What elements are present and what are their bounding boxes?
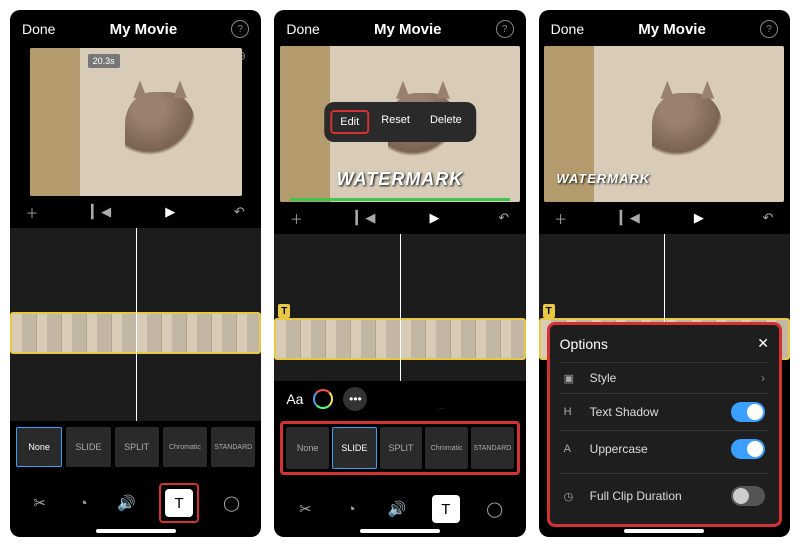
- title: My Movie: [110, 21, 178, 38]
- done-button[interactable]: Done: [551, 21, 584, 37]
- style-standard[interactable]: STANDARD: [211, 427, 255, 467]
- option-label: Full Clip Duration: [590, 489, 721, 503]
- prev-icon[interactable]: ▎◀: [622, 210, 638, 226]
- watermark-text[interactable]: WATERMARK: [556, 171, 650, 186]
- play-icon[interactable]: ▶: [427, 210, 443, 226]
- option-uppercase: A Uppercase: [560, 430, 769, 467]
- style-slide[interactable]: SLIDE: [66, 427, 110, 467]
- text-box-indicator[interactable]: [290, 198, 510, 201]
- style-icon: ▣: [564, 372, 580, 385]
- more-options-icon[interactable]: •••: [343, 387, 367, 411]
- play-icon[interactable]: ▶: [162, 204, 178, 220]
- home-indicator[interactable]: [624, 529, 704, 533]
- edit-button[interactable]: Edit: [330, 110, 369, 134]
- preview-content: [652, 93, 722, 173]
- phone-screen-2: Done My Movie ? WATERMARK Edit Reset Del…: [274, 10, 525, 537]
- duration-icon: ◷: [564, 490, 580, 503]
- toolbar: ✂ ◔ 🔊 T ◯: [10, 473, 261, 537]
- header: Done My Movie ?: [274, 10, 525, 44]
- timeline[interactable]: T: [274, 234, 525, 381]
- video-preview[interactable]: WATERMARK: [544, 46, 784, 202]
- watermark-text[interactable]: WATERMARK: [337, 169, 464, 190]
- text-layer-marker[interactable]: T: [543, 304, 555, 318]
- clip[interactable]: [10, 312, 261, 354]
- style-split[interactable]: SPLIT: [380, 427, 423, 469]
- timeline[interactable]: [10, 228, 261, 421]
- undo-icon[interactable]: ↶: [760, 210, 776, 226]
- video-preview[interactable]: 20.3s: [30, 48, 242, 196]
- style-standard[interactable]: STANDARD: [471, 427, 514, 469]
- delete-button[interactable]: Delete: [422, 110, 470, 134]
- filters-icon[interactable]: ◯: [221, 492, 243, 514]
- text-tool-button[interactable]: T: [432, 495, 460, 523]
- style-slide[interactable]: SLIDE: [332, 427, 377, 469]
- prev-icon[interactable]: ▎◀: [93, 204, 109, 220]
- add-icon[interactable]: ＋: [553, 210, 569, 226]
- speed-icon[interactable]: ◔: [340, 498, 362, 520]
- prev-icon[interactable]: ▎◀: [357, 210, 373, 226]
- text-styles-row: None SLIDE SPLIT Chromatic STANDARD: [280, 421, 519, 475]
- style-none[interactable]: None: [16, 427, 62, 467]
- option-label: Style: [590, 371, 751, 385]
- color-picker-icon[interactable]: [313, 389, 333, 409]
- option-full-clip: ◷ Full Clip Duration: [560, 473, 769, 514]
- text-styles-row: None SLIDE SPLIT Chromatic STANDARD: [10, 421, 261, 473]
- option-style[interactable]: ▣ Style ›: [560, 362, 769, 393]
- play-icon[interactable]: ▶: [691, 210, 707, 226]
- done-button[interactable]: Done: [22, 21, 55, 37]
- options-panel: Options ✕ ▣ Style › H Text Shadow A Uppe…: [547, 322, 782, 527]
- home-indicator[interactable]: [360, 529, 440, 533]
- options-title: Options: [560, 336, 608, 352]
- undo-icon[interactable]: ↶: [496, 210, 512, 226]
- help-icon[interactable]: ?: [760, 20, 778, 38]
- video-preview[interactable]: WATERMARK Edit Reset Delete: [280, 46, 520, 202]
- option-text-shadow: H Text Shadow: [560, 393, 769, 430]
- style-chromatic[interactable]: Chromatic: [425, 427, 468, 469]
- home-indicator[interactable]: [96, 529, 176, 533]
- add-icon[interactable]: ＋: [24, 204, 40, 220]
- clip[interactable]: [274, 318, 525, 360]
- done-button[interactable]: Done: [286, 21, 319, 37]
- text-popup: Edit Reset Delete: [324, 102, 476, 142]
- close-icon[interactable]: ✕: [757, 335, 769, 352]
- title: My Movie: [638, 21, 706, 38]
- chevron-right-icon: ›: [761, 371, 765, 385]
- phone-screen-3: Done My Movie ? WATERMARK ＋ ▎◀ ▶ ↶ T Opt…: [539, 10, 790, 537]
- add-icon[interactable]: ＋: [288, 210, 304, 226]
- uppercase-icon: A: [564, 443, 580, 455]
- help-icon[interactable]: ?: [231, 20, 249, 38]
- text-layer-marker[interactable]: T: [278, 304, 290, 318]
- speed-icon[interactable]: ◔: [72, 492, 94, 514]
- title: My Movie: [374, 21, 442, 38]
- help-icon[interactable]: ?: [496, 20, 514, 38]
- playback-controls: ＋ ▎◀ ▶ ↶: [10, 196, 261, 228]
- duration-badge: 20.3s: [88, 54, 120, 68]
- scissors-icon[interactable]: ✂: [294, 498, 316, 520]
- playback-controls: ＋ ▎◀ ▶ ↶: [274, 202, 525, 234]
- header: Done My Movie ?: [10, 10, 261, 44]
- style-none[interactable]: None: [286, 427, 329, 469]
- shadow-icon: H: [564, 406, 580, 418]
- text-tool-button[interactable]: T: [159, 483, 199, 523]
- text-format-bar: Aa •••: [274, 381, 525, 417]
- option-label: Uppercase: [590, 442, 721, 456]
- full-clip-toggle[interactable]: [731, 486, 765, 506]
- undo-icon[interactable]: ↶: [231, 204, 247, 220]
- font-button[interactable]: Aa: [286, 391, 303, 407]
- reset-button[interactable]: Reset: [373, 110, 418, 134]
- style-split[interactable]: SPLIT: [115, 427, 159, 467]
- style-chromatic[interactable]: Chromatic: [163, 427, 207, 467]
- text-shadow-toggle[interactable]: [731, 402, 765, 422]
- playback-controls: ＋ ▎◀ ▶ ↶: [539, 202, 790, 234]
- volume-icon[interactable]: 🔊: [116, 492, 138, 514]
- scissors-icon[interactable]: ✂: [29, 492, 51, 514]
- header: Done My Movie ?: [539, 10, 790, 44]
- uppercase-toggle[interactable]: [731, 439, 765, 459]
- option-label: Text Shadow: [590, 405, 721, 419]
- volume-icon[interactable]: 🔊: [386, 498, 408, 520]
- preview-content: [125, 92, 195, 172]
- filters-icon[interactable]: ◯: [484, 498, 506, 520]
- phone-screen-1: Done My Movie ? ⊕ 20.3s ＋ ▎◀ ▶ ↶ None SL…: [10, 10, 261, 537]
